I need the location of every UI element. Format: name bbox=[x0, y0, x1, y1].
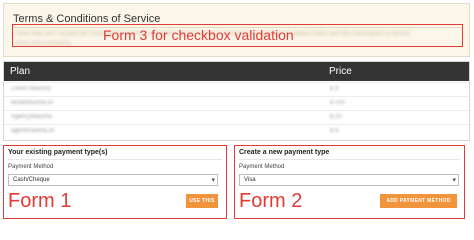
plan-cell: agentmaxima.xx bbox=[11, 128, 55, 134]
payment-method-label: Payment Method bbox=[239, 164, 285, 170]
table-row: Lorem Maxima $ 9 bbox=[4, 82, 469, 95]
existing-payment-title: Your existing payment type(s) bbox=[8, 149, 108, 156]
form2-annotation-label: Form 2 bbox=[239, 190, 303, 212]
form3-annotation-box: Form 3 for checkbox validation bbox=[12, 24, 463, 47]
payment-method-select[interactable]: Visa ▾ bbox=[239, 174, 459, 186]
plan-table-header: Plan Price bbox=[4, 62, 469, 81]
plan-cell: AgencyMaxima bbox=[11, 114, 53, 120]
add-payment-method-button[interactable]: ADD PAYMENT METHOD bbox=[380, 194, 457, 208]
plan-cell: Lorem Maxima bbox=[11, 86, 51, 92]
price-cell: $ 20 bbox=[330, 114, 342, 120]
form-divider bbox=[239, 159, 460, 160]
payment-method-label: Payment Method bbox=[8, 164, 54, 170]
price-cell: $ 100 bbox=[330, 100, 346, 106]
payment-method-select[interactable]: Cash/Cheque ▾ bbox=[8, 174, 218, 186]
chevron-down-icon: ▾ bbox=[211, 177, 215, 184]
form-divider bbox=[8, 159, 222, 160]
existing-payment-form: Your existing payment type(s) Payment Me… bbox=[3, 145, 227, 219]
payment-method-value: Cash/Cheque bbox=[13, 177, 50, 183]
plan-cell: BookMaxima.xx bbox=[11, 100, 54, 106]
table-row: AgencyMaxima $ 20 bbox=[4, 110, 469, 123]
payment-method-value: Visa bbox=[244, 177, 256, 183]
form1-annotation-label: Form 1 bbox=[8, 190, 72, 212]
column-header-price: Price bbox=[329, 66, 352, 77]
use-this-button[interactable]: USE THIS bbox=[186, 194, 218, 208]
table-row: BookMaxima.xx $ 100 bbox=[4, 96, 469, 109]
table-row: agentmaxima.xx $ 8 bbox=[4, 124, 469, 137]
new-payment-title: Create a new payment type bbox=[239, 149, 330, 156]
price-cell: $ 9 bbox=[330, 86, 339, 92]
new-payment-form: Create a new payment type Payment Method… bbox=[234, 145, 465, 219]
plan-table: Plan Price Lorem Maxima $ 9 BookMaxima.x… bbox=[3, 61, 470, 141]
column-header-plan: Plan bbox=[10, 66, 31, 77]
form3-annotation-label: Form 3 for checkbox validation bbox=[103, 27, 294, 43]
price-cell: $ 8 bbox=[330, 128, 339, 134]
chevron-down-icon: ▾ bbox=[452, 177, 456, 184]
